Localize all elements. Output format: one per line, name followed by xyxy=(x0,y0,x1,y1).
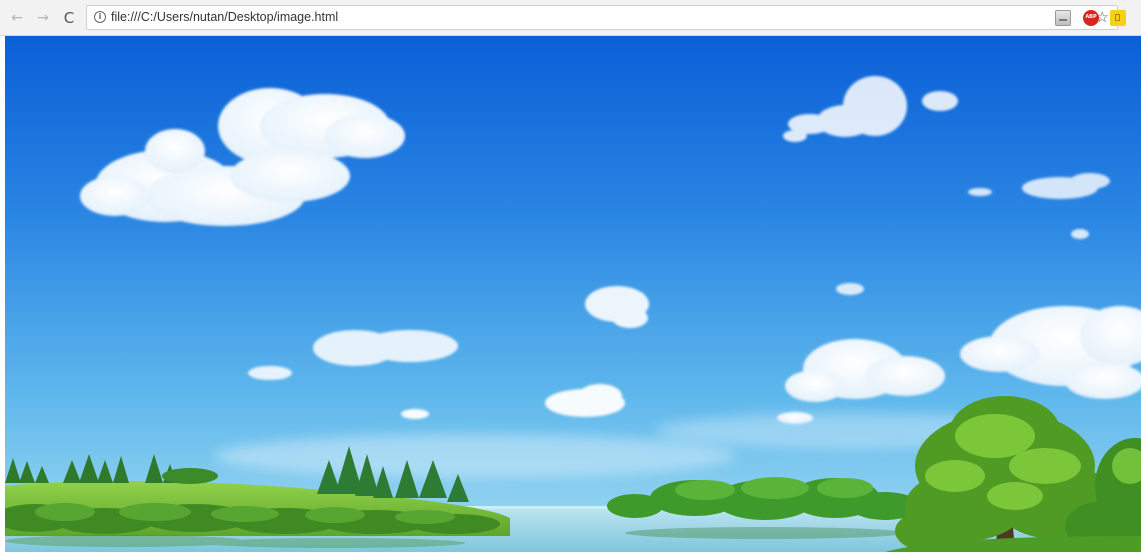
browser-toolbar: ← → C i file:///C:/Users/nutan/Desktop/i… xyxy=(0,0,1141,36)
reload-icon[interactable]: C xyxy=(60,9,78,27)
forward-arrow-icon[interactable]: → xyxy=(34,9,52,27)
image-extension-icon[interactable] xyxy=(1055,10,1071,26)
landscape-image xyxy=(5,36,1141,552)
page-content xyxy=(5,36,1141,552)
back-arrow-icon[interactable]: ← xyxy=(8,9,26,27)
address-bar[interactable]: i file:///C:/Users/nutan/Desktop/image.h… xyxy=(86,5,1118,30)
adblock-icon[interactable] xyxy=(1083,10,1099,26)
info-icon[interactable]: i xyxy=(94,11,106,23)
browser-window: ← → C i file:///C:/Users/nutan/Desktop/i… xyxy=(0,0,1141,552)
yellow-extension-icon[interactable] xyxy=(1110,10,1126,26)
url-text[interactable]: file:///C:/Users/nutan/Desktop/image.htm… xyxy=(111,10,338,24)
